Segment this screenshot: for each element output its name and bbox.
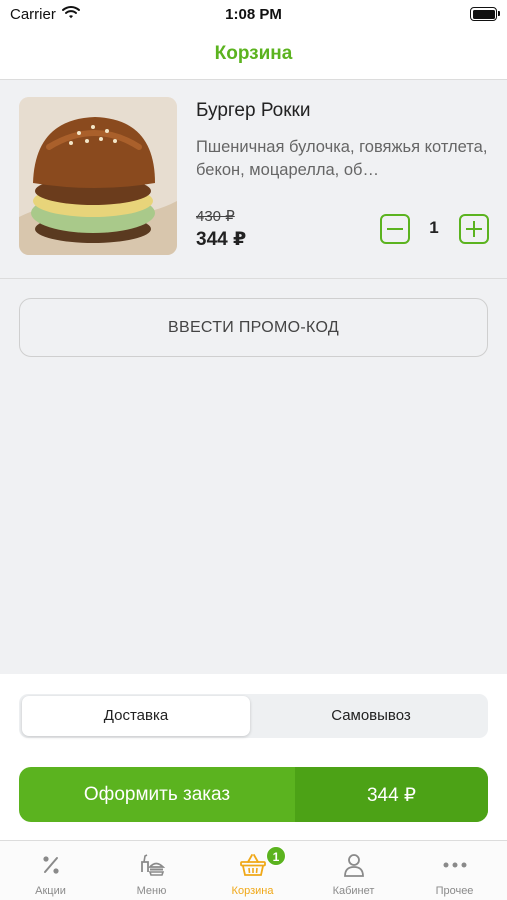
item-name: Бургер Рокки bbox=[196, 100, 311, 121]
tab-menu[interactable]: Меню bbox=[101, 841, 202, 900]
user-icon bbox=[340, 852, 368, 878]
checkout-button[interactable]: Оформить заказ 344 ₽ bbox=[19, 767, 488, 822]
item-description: Пшеничная булочка, говяжья котлета, беко… bbox=[196, 138, 488, 179]
tab-promotions[interactable]: Акции bbox=[0, 841, 101, 900]
order-total: 344 ₽ bbox=[366, 785, 417, 806]
checkout-panel: Доставка Самовывоз Оформить заказ 344 ₽ bbox=[0, 674, 507, 840]
tab-cart[interactable]: 1 Корзина bbox=[202, 841, 303, 900]
tab-label: Акции bbox=[35, 885, 66, 897]
promo-code-button[interactable]: ВВЕСТИ ПРОМО-КОД bbox=[19, 298, 488, 357]
decrease-quantity-button[interactable] bbox=[380, 214, 410, 244]
tab-bar: Акции Меню 1 Корзина Кабинет Прочее bbox=[0, 840, 507, 900]
tab-label: Меню bbox=[136, 885, 167, 897]
basket-icon bbox=[239, 852, 267, 878]
menu-food-icon bbox=[138, 852, 166, 878]
clock: 1:08 PM bbox=[225, 6, 282, 23]
cart-count-badge: 1 bbox=[266, 846, 286, 866]
pickup-option[interactable]: Самовывоз bbox=[257, 696, 485, 736]
minus-icon bbox=[387, 228, 403, 230]
status-bar: Carrier 1:08 PM bbox=[0, 0, 507, 30]
increase-quantity-button[interactable] bbox=[459, 214, 489, 244]
burger-photo bbox=[19, 97, 177, 255]
checkout-label: Оформить заказ bbox=[83, 784, 231, 805]
tab-more[interactable]: Прочее bbox=[404, 841, 505, 900]
promo-code-label: ВВЕСТИ ПРОМО-КОД bbox=[168, 319, 339, 336]
item-price: 344 ₽ bbox=[196, 229, 247, 250]
cart-item[interactable]: Бургер Рокки Пшеничная булочка, говяжья … bbox=[0, 80, 507, 279]
more-icon bbox=[441, 852, 469, 878]
delivery-type-selector: Доставка Самовывоз bbox=[19, 694, 488, 738]
percent-icon bbox=[37, 852, 65, 878]
page-title: Корзина bbox=[214, 43, 293, 64]
item-old-price: 430 ₽ bbox=[196, 208, 235, 225]
tab-label: Корзина bbox=[231, 885, 274, 897]
quantity-value: 1 bbox=[429, 218, 439, 237]
delivery-option[interactable]: Доставка bbox=[22, 696, 250, 736]
tab-label: Кабинет bbox=[332, 885, 375, 897]
battery-icon bbox=[470, 7, 500, 21]
navigation-bar: Корзина bbox=[0, 30, 507, 80]
tab-label: Прочее bbox=[435, 885, 474, 897]
tab-account[interactable]: Кабинет bbox=[303, 841, 404, 900]
